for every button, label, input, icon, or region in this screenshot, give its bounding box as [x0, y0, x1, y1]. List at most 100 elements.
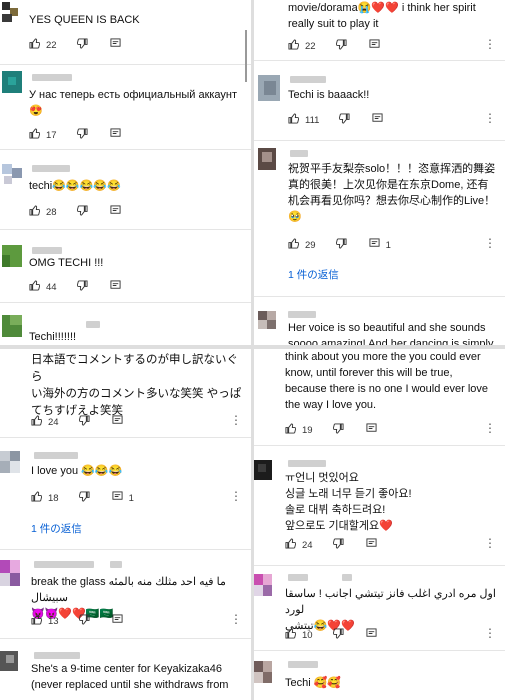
author-name[interactable]	[288, 311, 316, 318]
comment: 日本語でコメントするのが申し訳ないぐら い海外の方のコメント多いな笑笑 やっぱ …	[0, 349, 251, 437]
comment-text: She's a 9-time center for Keyakizaka46 (…	[31, 663, 229, 691]
thumb-down-icon[interactable]	[332, 538, 344, 552]
avatar[interactable]	[254, 661, 272, 683]
reply-icon[interactable]	[369, 238, 380, 252]
avatar[interactable]	[2, 2, 22, 24]
comment-text: 祝贺平手友梨奈solo！！！恣意挥洒的舞姿 真的很美！上次见你是在东京Dome,…	[288, 163, 496, 223]
like-count: 18	[48, 492, 59, 504]
reply-icon[interactable]	[112, 491, 123, 505]
more-vert-icon[interactable]: ⋮	[484, 37, 496, 51]
more-vert-icon[interactable]: ⋮	[230, 612, 242, 626]
more-vert-icon[interactable]: ⋮	[484, 236, 496, 250]
avatar[interactable]	[0, 451, 20, 473]
more-vert-icon[interactable]: ⋮	[484, 421, 496, 435]
comment-text: YES QUEEN IS BACK	[29, 14, 140, 26]
like-count: 19	[302, 424, 313, 436]
thumb-down-icon[interactable]	[78, 614, 90, 628]
more-vert-icon[interactable]: ⋮	[484, 536, 496, 550]
comment: She's a 9-time center for Keyakizaka46 (…	[0, 639, 251, 700]
avatar[interactable]	[2, 164, 22, 186]
comment-text: Techi 🥰🥰	[285, 677, 342, 689]
avatar[interactable]	[0, 560, 20, 586]
thumb-up-icon[interactable]	[285, 423, 297, 437]
thumb-down-icon[interactable]	[332, 628, 344, 642]
reply-icon[interactable]	[366, 628, 377, 642]
reply-icon[interactable]	[110, 205, 121, 219]
more-vert-icon[interactable]: ⋮	[484, 626, 496, 640]
author-name[interactable]	[288, 460, 326, 467]
author-name[interactable]	[290, 150, 308, 157]
comment: 祝贺平手友梨奈solo！！！恣意挥洒的舞姿 真的很美！上次见你是在东京Dome,…	[254, 141, 505, 296]
thumb-down-icon[interactable]	[332, 423, 344, 437]
author-name[interactable]	[290, 76, 326, 83]
thumb-up-icon[interactable]	[31, 614, 43, 628]
thumb-down-icon[interactable]	[76, 205, 88, 219]
thumb-up-icon[interactable]	[285, 628, 297, 642]
thumb-up-icon[interactable]	[288, 39, 300, 53]
avatar[interactable]	[254, 460, 272, 480]
thumb-down-icon[interactable]	[339, 113, 350, 127]
like-count: 13	[48, 615, 59, 627]
comment-text: I love you 😂😂😂	[31, 465, 123, 477]
thumb-up-icon[interactable]	[29, 38, 41, 52]
reply-icon[interactable]	[366, 423, 377, 437]
more-vert-icon[interactable]: ⋮	[230, 413, 242, 427]
avatar[interactable]	[2, 245, 22, 267]
thumb-up-icon[interactable]	[31, 415, 43, 429]
thumb-up-icon[interactable]	[288, 238, 300, 252]
reply-icon[interactable]	[110, 38, 121, 52]
thumb-down-icon[interactable]	[76, 38, 88, 52]
like-count: 44	[46, 281, 57, 293]
thumb-down-icon[interactable]	[335, 238, 347, 252]
avatar[interactable]	[258, 148, 276, 170]
avatar[interactable]	[2, 315, 22, 337]
panel-divider-horizontal	[0, 345, 505, 349]
thumb-down-icon[interactable]	[335, 39, 347, 53]
thumb-up-icon[interactable]	[288, 113, 300, 127]
comment: I love you 😂😂😂 18 1 ⋮ 1 件の返信	[0, 438, 251, 548]
thumb-down-icon[interactable]	[78, 415, 90, 429]
author-name[interactable]	[288, 661, 318, 668]
author-name[interactable]	[32, 165, 70, 172]
author-name[interactable]	[34, 652, 80, 659]
author-name[interactable]	[32, 74, 72, 81]
avatar[interactable]	[0, 651, 18, 671]
author-name[interactable]	[288, 574, 308, 581]
avatar[interactable]	[258, 75, 280, 101]
thumb-up-icon[interactable]	[29, 128, 41, 142]
thumb-up-icon[interactable]	[285, 538, 297, 552]
thumb-up-icon[interactable]	[31, 491, 43, 505]
avatar[interactable]	[258, 311, 276, 329]
thumb-down-icon[interactable]	[76, 128, 88, 142]
reply-icon[interactable]	[110, 280, 121, 294]
reply-icon[interactable]	[112, 415, 123, 429]
view-replies-link[interactable]: 1 件の返信	[288, 267, 339, 282]
like-count: 10	[302, 629, 313, 641]
comment-text: think about you more the you could ever …	[285, 351, 489, 411]
reply-icon[interactable]	[372, 113, 383, 127]
view-replies-link[interactable]: 1 件の返信	[31, 521, 82, 536]
reply-icon[interactable]	[110, 128, 121, 142]
author-name[interactable]	[34, 561, 94, 568]
avatar[interactable]	[2, 71, 22, 93]
reply-icon[interactable]	[112, 614, 123, 628]
thumb-down-icon[interactable]	[78, 491, 90, 505]
author-name[interactable]	[32, 247, 62, 254]
reply-icon[interactable]	[366, 538, 377, 552]
thumb-down-icon[interactable]	[76, 280, 88, 294]
author-badge	[342, 574, 352, 581]
comment: Techi is baaack!! 111 ⋮	[254, 61, 505, 141]
reply-icon[interactable]	[369, 39, 380, 53]
comment: Her voice is so beautiful and she sounds…	[254, 297, 505, 345]
more-vert-icon[interactable]: ⋮	[484, 111, 496, 125]
thumb-up-icon[interactable]	[29, 205, 41, 219]
comment-text: Techi is baaack!!	[288, 89, 370, 101]
comment: Techi!!!!!!!	[0, 303, 251, 345]
avatar[interactable]	[254, 574, 272, 596]
author-name[interactable]	[34, 452, 78, 459]
comment: think about you more the you could ever …	[254, 349, 505, 445]
scrollbar[interactable]	[245, 30, 247, 82]
author-name[interactable]	[86, 321, 100, 328]
more-vert-icon[interactable]: ⋮	[230, 489, 242, 503]
thumb-up-icon[interactable]	[29, 280, 41, 294]
